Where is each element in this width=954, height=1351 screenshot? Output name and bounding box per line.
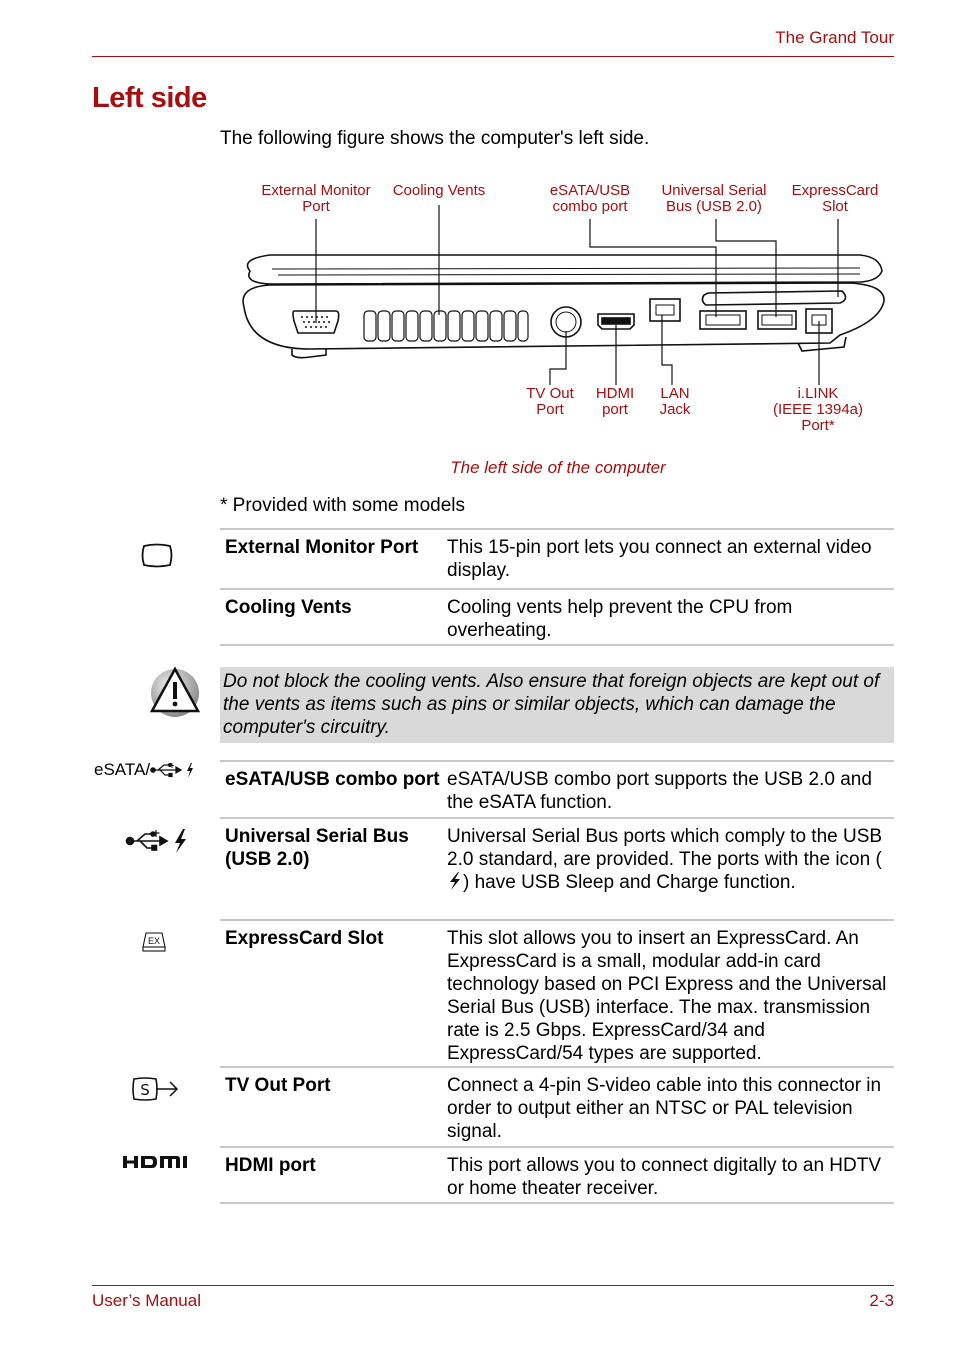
row-term: Cooling Vents: [225, 597, 352, 618]
leader-lines: [315, 205, 839, 385]
header-divider: [92, 56, 894, 57]
figure-caption: The left side of the computer: [450, 458, 666, 477]
caution-text: Do not block the cooling vents. Also ens…: [223, 671, 880, 738]
table-divider: [220, 644, 894, 646]
usb-port: [757, 310, 797, 330]
row-term: HDMI port: [225, 1155, 316, 1176]
table-row: External Monitor Port This 15-pin port l…: [220, 528, 894, 590]
hdmi-icon: [123, 1154, 193, 1175]
row-term: TV Out Port: [225, 1075, 331, 1096]
row-description: This slot allows you to insert an Expres…: [447, 928, 887, 1064]
table-row: ExpressCard Slot This slot allows you to…: [220, 919, 894, 1068]
esata-label: eSATA/: [94, 760, 151, 779]
warning-icon: [149, 665, 203, 726]
label-hdmi-port: HDMI port: [595, 385, 635, 418]
label-lan-jack: LAN Jack: [659, 385, 691, 418]
expresscard-slot: [701, 290, 847, 306]
label-tv-out-port: TV Out Port: [526, 385, 574, 418]
expresscard-icon-text: EX: [148, 936, 160, 946]
cooling-vent-grille: [363, 310, 529, 342]
table-row: HDMI port This port allows you to connec…: [220, 1146, 894, 1204]
row-description: Universal Serial Bus ports which comply …: [447, 826, 883, 893]
footer-divider: [92, 1285, 894, 1286]
row-description: Connect a 4-pin S-video cable into this …: [447, 1075, 882, 1142]
running-header: The Grand Tour: [775, 28, 894, 47]
row-description: This port allows you to connect digitall…: [447, 1155, 882, 1199]
table-row: TV Out Port Connect a 4-pin S-video cabl…: [220, 1066, 894, 1148]
lightning-icon: [175, 829, 186, 853]
page-number: 2-3: [869, 1291, 894, 1310]
lightning-icon: [450, 872, 460, 890]
left-side-figure: External Monitor Port Cooling Vents eSATA…: [230, 175, 900, 435]
row-term: External Monitor Port: [225, 537, 419, 558]
footnote: * Provided with some models: [220, 495, 465, 516]
page-title: Left side: [92, 82, 207, 114]
table-divider: [220, 1202, 894, 1204]
footer-manual-title: User’s Manual: [92, 1291, 201, 1310]
label-ilink-port: i.LINK (IEEE 1394a) Port*: [772, 385, 864, 434]
row-description: This 15-pin port lets you connect an ext…: [447, 537, 872, 581]
expresscard-icon: EX: [140, 930, 168, 959]
svideo-icon-text: S: [140, 1081, 150, 1099]
caution-box: Do not block the cooling vents. Also ens…: [220, 667, 894, 743]
esata-usb-port: [699, 310, 747, 330]
row-description: Cooling vents help prevent the CPU from …: [447, 597, 793, 641]
foot-front: [291, 349, 327, 359]
row-term: ExpressCard Slot: [225, 928, 384, 949]
row-term: eSATA/USB combo port: [225, 769, 440, 790]
monitor-icon: [140, 543, 174, 574]
row-term: Universal Serial Bus (USB 2.0): [225, 826, 409, 870]
table-row: eSATA/USB combo port eSATA/USB combo por…: [220, 760, 894, 819]
lid-outline: [246, 254, 883, 285]
svideo-icon: S: [130, 1075, 182, 1110]
row-description: eSATA/USB combo port supports the USB 2.…: [447, 769, 872, 813]
usb-symbol-icon: [150, 762, 194, 778]
usb-icon: [125, 828, 191, 859]
lan-jack: [649, 298, 681, 322]
table-row: Cooling Vents Cooling vents help prevent…: [220, 588, 894, 646]
table-row: Universal Serial Bus (USB 2.0) Universal…: [220, 817, 894, 921]
esata-usb-icon: eSATA/: [94, 760, 196, 780]
intro-paragraph: The following figure shows the computer'…: [220, 128, 650, 149]
